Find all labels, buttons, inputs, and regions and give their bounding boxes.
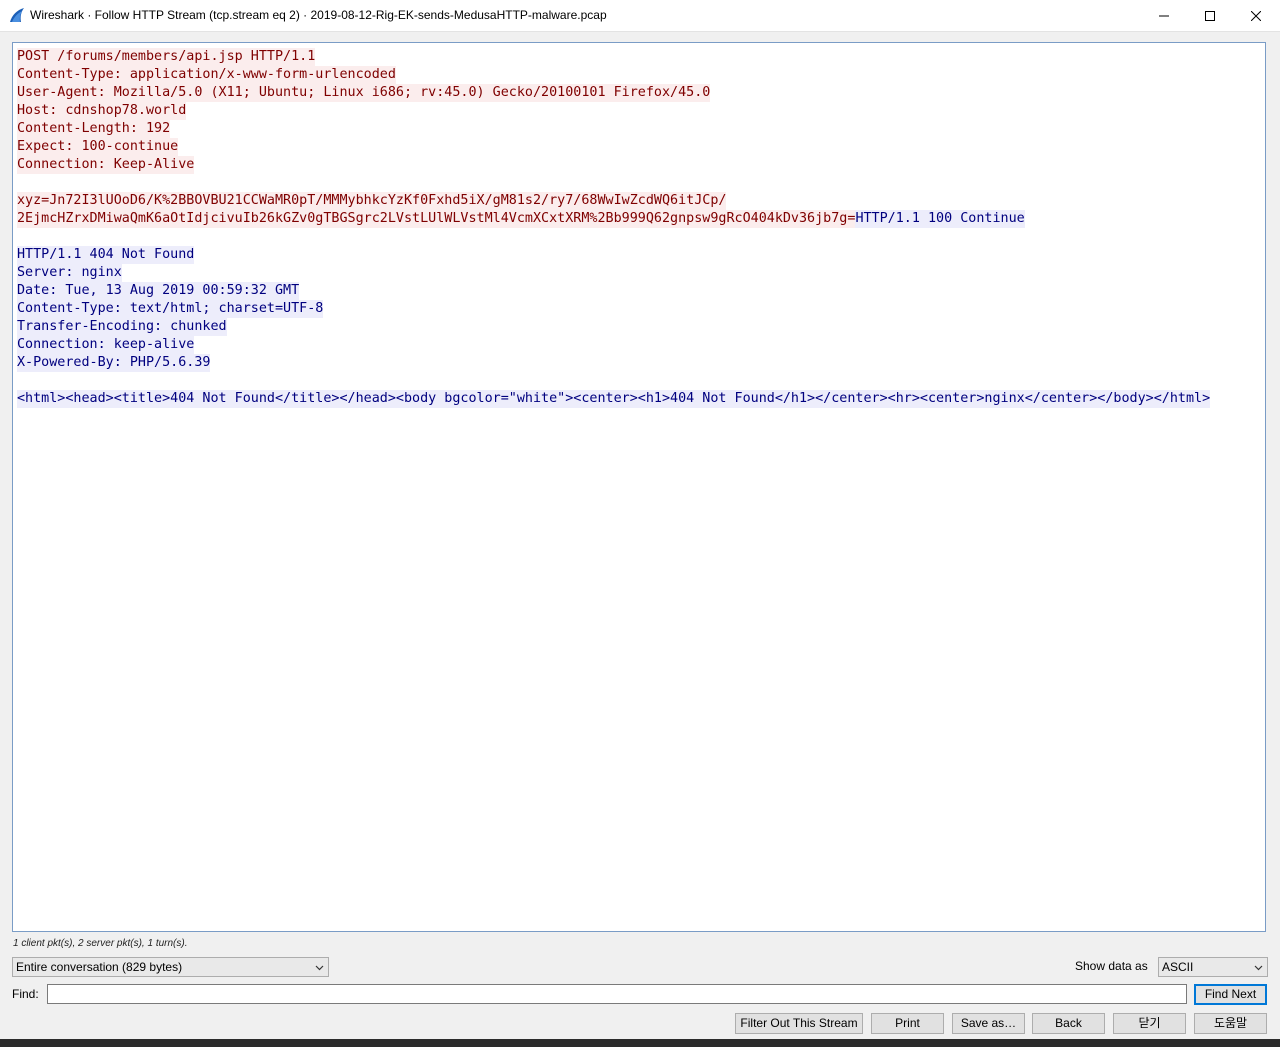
stream-line: POST /forums/members/api.jsp HTTP/1.1	[17, 48, 1210, 66]
wireshark-fin-icon	[10, 8, 24, 22]
show-data-as-label: Show data as	[1075, 959, 1148, 973]
stream-line: User-Agent: Mozilla/5.0 (X11; Ubuntu; Li…	[17, 84, 1210, 102]
client-text-segment: xyz=Jn72I3lUOoD6/K%2BBOVBU21CCWaMR0pT/MM…	[17, 192, 727, 210]
client-text-segment: User-Agent: Mozilla/5.0 (X11; Ubuntu; Li…	[17, 84, 711, 102]
show-data-as-value: ASCII	[1162, 960, 1194, 974]
stream-line: Connection: keep-alive	[17, 336, 1210, 354]
stream-line: Content-Length: 192	[17, 120, 1210, 138]
stream-line: Transfer-Encoding: chunked	[17, 318, 1210, 336]
server-text-segment: Transfer-Encoding: chunked	[17, 318, 227, 336]
client-text-segment: 2EjmcHZrxDMiwaQmK6aOtIdjcivuIb26kGZv0gTB…	[17, 210, 856, 228]
close-button[interactable]: 닫기	[1113, 1013, 1186, 1034]
stream-line: Connection: Keep-Alive	[17, 156, 1210, 174]
server-text-segment: Content-Type: text/html; charset=UTF-8	[17, 300, 324, 318]
print-button[interactable]: Print	[871, 1013, 944, 1034]
stream-text-area[interactable]: POST /forums/members/api.jsp HTTP/1.1 Con…	[12, 42, 1266, 932]
filter-out-stream-button[interactable]: Filter Out This Stream	[735, 1013, 863, 1034]
client-text-segment: POST /forums/members/api.jsp HTTP/1.1	[17, 48, 316, 66]
server-text-segment: <html><head><title>404 Not Found</title>…	[17, 390, 1211, 408]
close-icon	[1251, 10, 1261, 21]
stream-line: Expect: 100-continue	[17, 138, 1210, 156]
client-text-segment: Host: cdnshop78.world	[17, 102, 187, 120]
stream-line: 2EjmcHZrxDMiwaQmK6aOtIdjcivuIb26kGZv0gTB…	[17, 210, 1210, 228]
client-text-segment: Content-Length: 192	[17, 120, 171, 138]
stream-line: HTTP/1.1 404 Not Found	[17, 246, 1210, 264]
stream-line: Content-Type: text/html; charset=UTF-8	[17, 300, 1210, 318]
taskbar-edge	[0, 1039, 1280, 1047]
maximize-button[interactable]	[1187, 0, 1233, 31]
stream-line: X-Powered-By: PHP/5.6.39	[17, 354, 1210, 372]
client-text-segment: Connection: Keep-Alive	[17, 156, 195, 174]
save-as-button[interactable]: Save as…	[952, 1013, 1025, 1034]
client-text-segment: Content-Type: application/x-www-form-url…	[17, 66, 396, 84]
window-title: Wireshark · Follow HTTP Stream (tcp.stre…	[30, 8, 607, 22]
server-text-segment: X-Powered-By: PHP/5.6.39	[17, 354, 211, 372]
title-bar: Wireshark · Follow HTTP Stream (tcp.stre…	[0, 0, 1280, 32]
stream-blank-line	[17, 174, 1210, 192]
find-label: Find:	[12, 987, 39, 1001]
client-text-segment: Expect: 100-continue	[17, 138, 179, 156]
help-button[interactable]: 도움말	[1194, 1013, 1267, 1034]
server-text-segment: HTTP/1.1 100 Continue	[855, 210, 1025, 228]
chevron-down-icon	[315, 965, 324, 971]
chevron-down-icon	[1254, 965, 1263, 971]
stream-blank-line	[17, 372, 1210, 390]
stream-content: POST /forums/members/api.jsp HTTP/1.1 Con…	[17, 48, 1211, 408]
stream-line: Content-Type: application/x-www-form-url…	[17, 66, 1210, 84]
server-text-segment: HTTP/1.1 404 Not Found	[17, 246, 195, 264]
back-button[interactable]: Back	[1032, 1013, 1105, 1034]
server-text-segment: Connection: keep-alive	[17, 336, 195, 354]
conversation-select[interactable]: Entire conversation (829 bytes)	[12, 957, 329, 977]
server-text-segment: Server: nginx	[17, 264, 122, 282]
minimize-icon	[1159, 15, 1169, 16]
stream-line: Date: Tue, 13 Aug 2019 00:59:32 GMT	[17, 282, 1210, 300]
stream-blank-line	[17, 228, 1210, 246]
server-text-segment: Date: Tue, 13 Aug 2019 00:59:32 GMT	[17, 282, 300, 300]
show-data-as-select[interactable]: ASCII	[1158, 957, 1268, 977]
stream-line: xyz=Jn72I3lUOoD6/K%2BBOVBU21CCWaMR0pT/MM…	[17, 192, 1210, 210]
stream-line: Server: nginx	[17, 264, 1210, 282]
stream-line: Host: cdnshop78.world	[17, 102, 1210, 120]
packet-stats: 1 client pkt(s), 2 server pkt(s), 1 turn…	[13, 938, 188, 949]
find-input[interactable]	[47, 984, 1187, 1004]
maximize-icon	[1205, 10, 1215, 21]
minimize-button[interactable]	[1141, 0, 1187, 31]
find-next-button[interactable]: Find Next	[1194, 984, 1267, 1005]
conversation-select-value: Entire conversation (829 bytes)	[16, 960, 183, 974]
stream-line: <html><head><title>404 Not Found</title>…	[17, 390, 1211, 408]
close-window-button[interactable]	[1233, 0, 1279, 31]
